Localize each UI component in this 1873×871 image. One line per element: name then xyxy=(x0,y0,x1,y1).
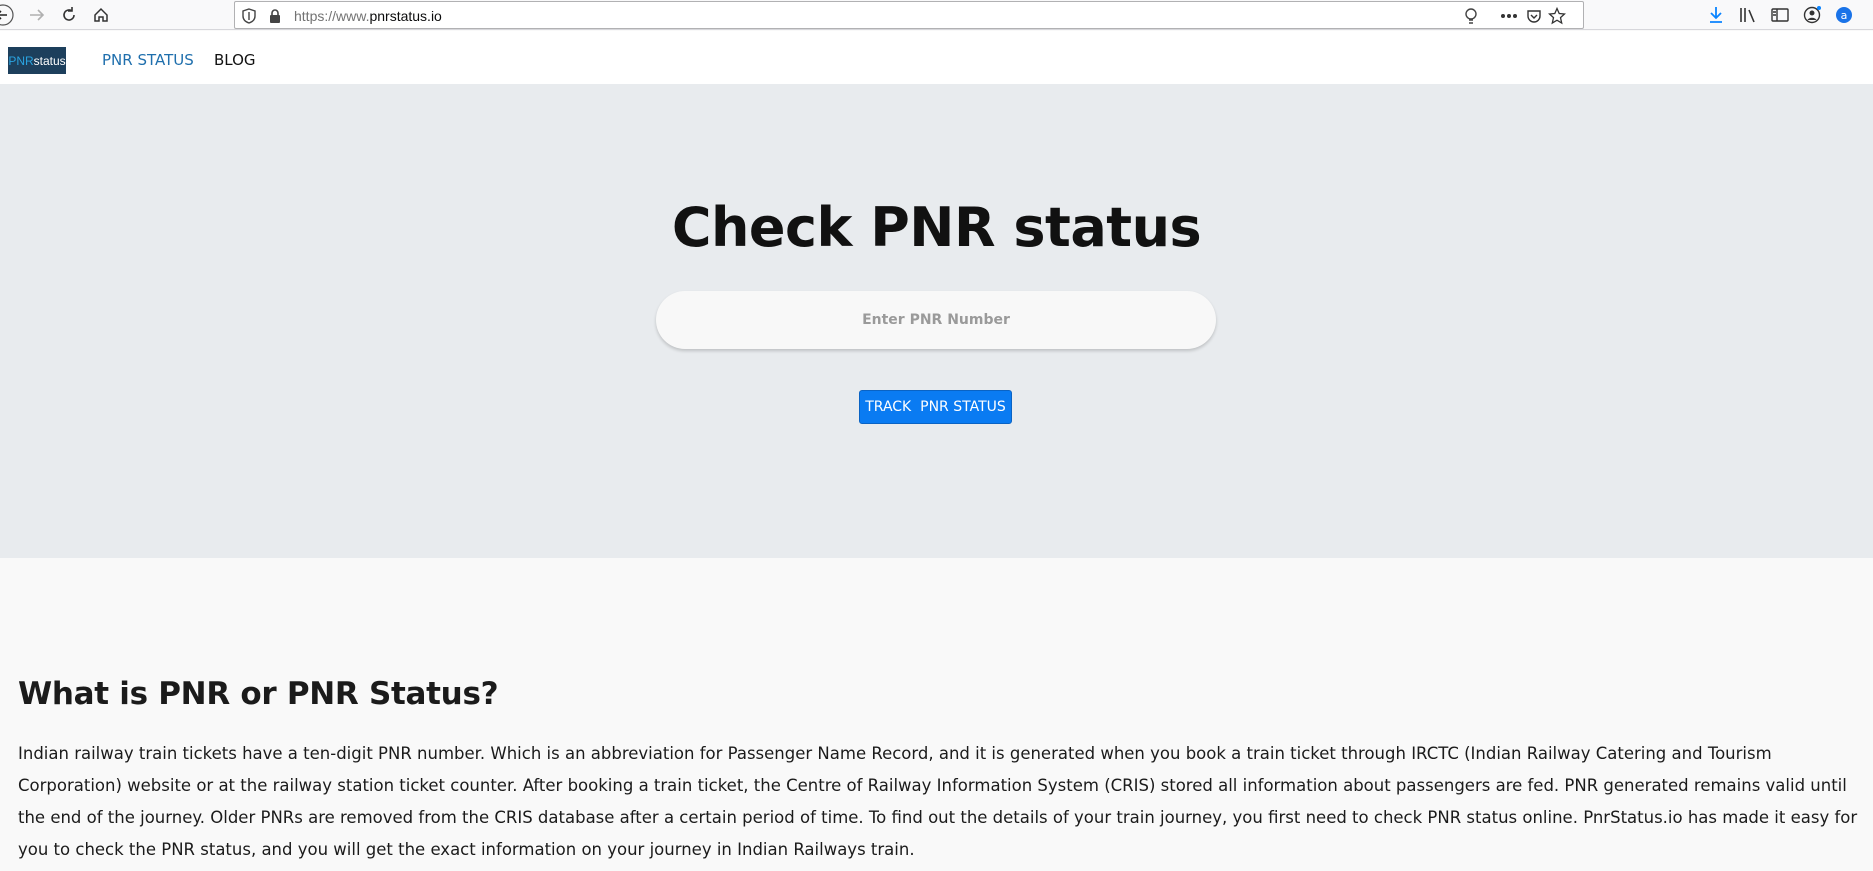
reload-button[interactable] xyxy=(57,3,81,27)
download-icon[interactable] xyxy=(1705,4,1727,26)
site-logo[interactable]: PNR status xyxy=(8,47,66,74)
account-icon[interactable] xyxy=(1801,4,1823,26)
extension-icon[interactable]: a xyxy=(1833,4,1855,26)
browser-toolbar: https://www.pnrstatus.io a xyxy=(0,0,1873,30)
bookmark-star-icon[interactable] xyxy=(1547,6,1567,26)
forward-button[interactable] xyxy=(25,3,49,27)
address-bar[interactable]: https://www.pnrstatus.io xyxy=(234,1,1584,29)
back-button[interactable] xyxy=(0,3,18,27)
svg-text:a: a xyxy=(1841,9,1848,22)
hero-section: Check PNR status TRACK PNR STATUS xyxy=(0,84,1873,558)
lightbulb-icon[interactable] xyxy=(1461,6,1481,26)
url-domain: pnrstatus.io xyxy=(369,8,442,24)
shield-icon[interactable] xyxy=(239,6,259,26)
nav-link-pnr-status[interactable]: PNR STATUS xyxy=(102,51,194,69)
reload-icon xyxy=(63,7,75,21)
url-text: https://www.pnrstatus.io xyxy=(294,8,442,24)
library-icon[interactable] xyxy=(1737,4,1759,26)
sidebar-icon[interactable] xyxy=(1769,4,1791,26)
more-actions-icon[interactable] xyxy=(1499,6,1519,26)
page-title: Check PNR status xyxy=(671,196,1202,259)
home-icon xyxy=(94,7,108,22)
url-prefix: https://www. xyxy=(294,8,370,24)
pnr-number-input[interactable] xyxy=(656,291,1216,349)
logo-pnr-text: PNR xyxy=(8,53,34,68)
forward-arrow-icon xyxy=(30,9,45,21)
pocket-icon[interactable] xyxy=(1524,6,1544,26)
lock-icon[interactable] xyxy=(265,6,285,26)
track-pnr-status-button[interactable]: TRACK PNR STATUS xyxy=(859,390,1012,424)
back-arrow-icon xyxy=(0,4,14,26)
home-button[interactable] xyxy=(89,3,113,27)
section-paragraph: Indian railway train tickets have a ten-… xyxy=(18,744,1858,859)
nav-link-blog[interactable]: BLOG xyxy=(214,51,256,69)
logo-status-text: status xyxy=(33,53,66,68)
info-section: What is PNR or PNR Status? Indian railwa… xyxy=(0,558,1873,871)
section-heading: What is PNR or PNR Status? xyxy=(18,676,499,712)
site-header: PNR status PNR STATUS BLOG xyxy=(0,31,1873,84)
